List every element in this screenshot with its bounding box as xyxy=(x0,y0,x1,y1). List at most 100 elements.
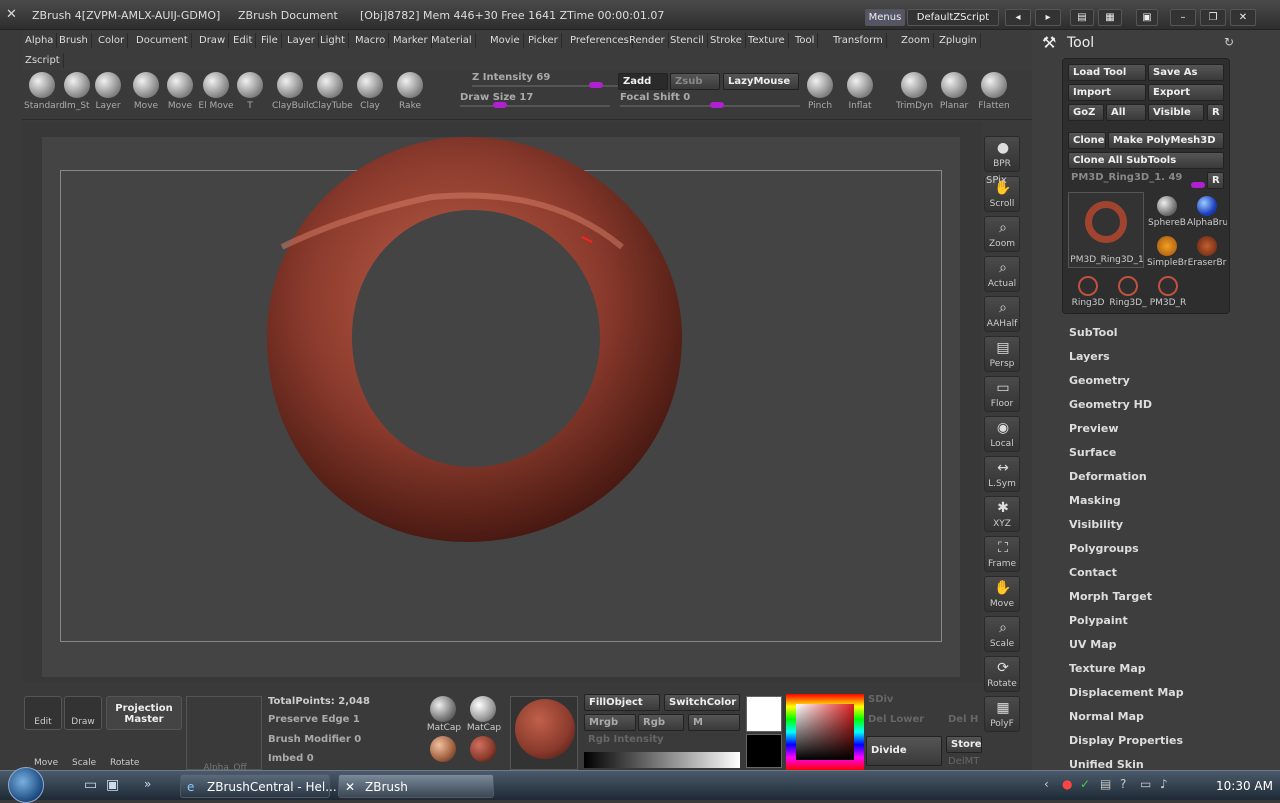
brush-7[interactable]: ClayBuilc xyxy=(272,72,313,111)
menu-material[interactable]: Material xyxy=(428,33,476,48)
menu-alpha[interactable]: Alpha xyxy=(22,33,58,48)
slider-knob[interactable] xyxy=(493,102,507,108)
tray-masking[interactable]: Masking xyxy=(1069,494,1121,507)
brush-modifier-slider[interactable]: Brush Modifier 0 xyxy=(268,734,418,745)
m-button[interactable]: M xyxy=(688,714,740,731)
brush-pinch[interactable]: Pinch xyxy=(802,72,838,111)
switch-color-button[interactable]: SwitchColor xyxy=(664,694,740,711)
zadd-button[interactable]: Zadd xyxy=(618,73,668,90)
tray-geometry-hd[interactable]: Geometry HD xyxy=(1069,398,1152,411)
tray-morph-target[interactable]: Morph Target xyxy=(1069,590,1152,603)
tray-check-icon[interactable]: ✓ xyxy=(1080,777,1090,791)
brush-planar[interactable]: Planar xyxy=(936,72,972,111)
taskbar-item-browser[interactable]: e ZBrushCentral - Hel... xyxy=(180,774,337,798)
tray-help-icon[interactable]: ? xyxy=(1120,777,1126,791)
persp-button[interactable]: ▤ Persp xyxy=(984,336,1020,372)
menu-file[interactable]: File xyxy=(258,33,282,48)
export-button[interactable]: Export xyxy=(1148,84,1224,101)
menu-brush[interactable]: Brush xyxy=(56,33,92,48)
divide-button[interactable]: Divide xyxy=(866,736,942,766)
fill-object-button[interactable]: FillObject xyxy=(584,694,660,711)
menu-movie[interactable]: Movie xyxy=(487,33,524,48)
tool-thumb[interactable]: EraserBr xyxy=(1187,232,1227,270)
z-intensity-slider[interactable]: Z Intensity 69 xyxy=(472,72,622,88)
tray-polypaint[interactable]: Polypaint xyxy=(1069,614,1128,627)
menu-preferences[interactable]: Preferences xyxy=(567,33,633,48)
brush-8[interactable]: ClayTube xyxy=(312,72,353,111)
default-zscript-button[interactable]: DefaultZScript xyxy=(907,9,999,26)
menu-macro[interactable]: Macro xyxy=(352,33,390,48)
scale-button[interactable]: ⌕ Scale xyxy=(984,616,1020,652)
layout-icon[interactable]: ▤ xyxy=(1070,9,1094,26)
prev-icon[interactable]: ◂ xyxy=(1005,9,1031,26)
draw-size-slider[interactable]: Draw Size 17 xyxy=(460,92,610,108)
quicklaunch-more-icon[interactable]: » xyxy=(144,777,151,791)
imbed-slider[interactable]: Imbed 0 xyxy=(268,753,418,764)
tray-network-icon[interactable]: ▤ xyxy=(1100,777,1111,791)
matcap-sphere-1[interactable] xyxy=(430,696,456,722)
menu-texture[interactable]: Texture xyxy=(745,33,789,48)
del-higher-label[interactable]: Del H xyxy=(948,714,978,725)
tray-uv-map[interactable]: UV Map xyxy=(1069,638,1117,651)
brush-inflat[interactable]: Inflat xyxy=(842,72,878,111)
rotate-label[interactable]: Rotate xyxy=(110,758,139,768)
brush-trimdyn[interactable]: TrimDyn xyxy=(896,72,933,111)
color-square[interactable] xyxy=(796,704,854,760)
menu-transform[interactable]: Transform xyxy=(830,33,887,48)
refresh-icon[interactable]: ↻ xyxy=(1224,35,1234,49)
next-icon[interactable]: ▸ xyxy=(1035,9,1061,26)
import-button[interactable]: Import xyxy=(1068,84,1146,101)
brush-4[interactable]: Move xyxy=(162,72,198,111)
slider-knob[interactable] xyxy=(710,102,724,108)
menu-render[interactable]: Render xyxy=(626,33,669,48)
tray-visibility[interactable]: Visibility xyxy=(1069,518,1123,531)
tray-polygroups[interactable]: Polygroups xyxy=(1069,542,1139,555)
restore-icon[interactable]: ❐ xyxy=(1200,9,1226,26)
menus-button[interactable]: Menus xyxy=(865,9,905,26)
tray-deformation[interactable]: Deformation xyxy=(1069,470,1147,483)
projection-master-button[interactable]: Projection Master xyxy=(106,696,182,730)
save-as-button[interactable]: Save As xyxy=(1148,64,1224,81)
tool-thumb[interactable]: PM3D_R xyxy=(1148,272,1188,310)
tray-normal-map[interactable]: Normal Map xyxy=(1069,710,1144,723)
r-button[interactable]: R xyxy=(1207,104,1224,121)
layout2-icon[interactable]: ▦ xyxy=(1098,9,1122,26)
tool-thumb[interactable]: Ring3D xyxy=(1068,272,1108,310)
tray-app-icon[interactable]: ● xyxy=(1062,777,1072,791)
menu-picker[interactable]: Picker xyxy=(525,33,562,48)
tool-thumb[interactable]: Ring3D_ xyxy=(1108,272,1148,310)
menu-color[interactable]: Color xyxy=(95,33,129,48)
store-button[interactable]: Store xyxy=(946,736,982,753)
material-slot[interactable] xyxy=(510,696,578,770)
menu-stroke[interactable]: Stroke xyxy=(707,33,746,48)
menu-layer[interactable]: Layer xyxy=(284,33,319,48)
tray-monitor-icon[interactable]: ▭ xyxy=(1140,777,1151,791)
gradient-bar[interactable] xyxy=(584,752,740,768)
del-lower-label[interactable]: Del Lower xyxy=(868,714,924,725)
explorer-icon[interactable]: ▣ xyxy=(106,777,119,793)
menu-tool[interactable]: Tool xyxy=(792,33,819,48)
clone-button[interactable]: Clone xyxy=(1068,132,1106,149)
tray-geometry[interactable]: Geometry xyxy=(1069,374,1130,387)
tool-thumb[interactable]: AlphaBru xyxy=(1187,192,1227,230)
local-button[interactable]: ◉ Local xyxy=(984,416,1020,452)
brush-flatten[interactable]: Flatten xyxy=(976,72,1012,111)
ring-model[interactable] xyxy=(262,137,682,547)
lsym-button[interactable]: ↔ L.Sym xyxy=(984,456,1020,492)
move-button[interactable]: ✋ Move xyxy=(984,576,1020,612)
move-label[interactable]: Move xyxy=(34,758,58,768)
lazymouse-button[interactable]: LazyMouse xyxy=(723,73,799,90)
slider-knob[interactable] xyxy=(1191,182,1205,188)
menu-light[interactable]: Light xyxy=(317,33,349,48)
r2-button[interactable]: R xyxy=(1207,172,1224,189)
zsub-button[interactable]: Zsub xyxy=(670,73,720,90)
focal-shift-slider[interactable]: Focal Shift 0 xyxy=(620,92,800,108)
draw-button[interactable]: Draw xyxy=(64,696,102,730)
minimize-icon[interactable]: – xyxy=(1170,9,1196,26)
windows-start-icon[interactable] xyxy=(8,767,44,803)
document-canvas[interactable] xyxy=(42,137,960,677)
red-sphere[interactable] xyxy=(470,736,496,762)
load-tool-button[interactable]: Load Tool xyxy=(1068,64,1146,81)
brush-10[interactable]: Rake xyxy=(392,72,428,111)
delmt-label[interactable]: DelMT xyxy=(948,756,979,767)
